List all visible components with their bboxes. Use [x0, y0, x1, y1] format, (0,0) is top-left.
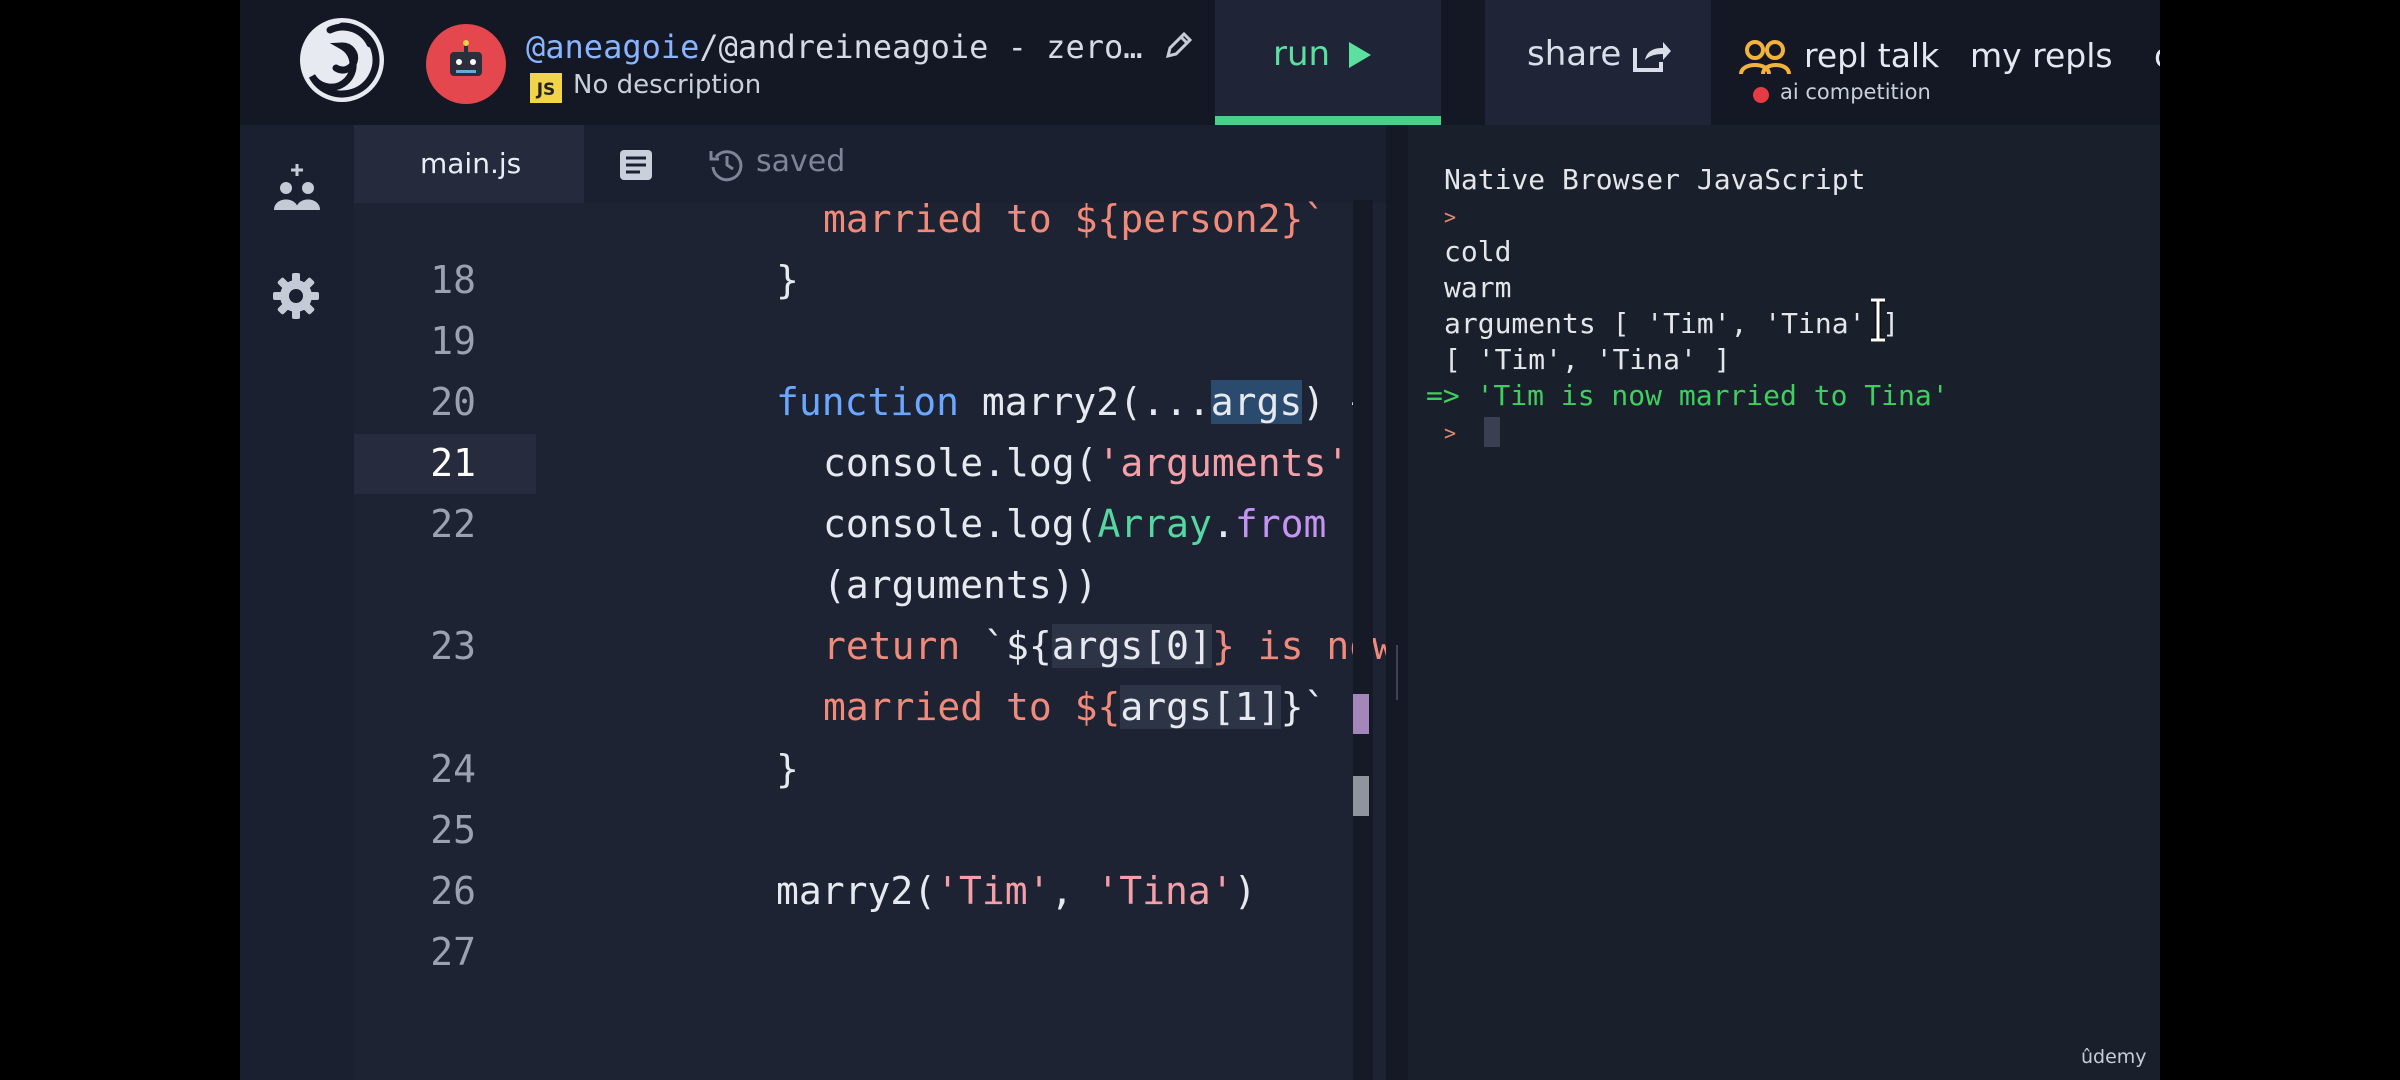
code-line: function marry2(...args) {	[776, 380, 1371, 424]
line-number: 21	[430, 441, 476, 485]
code-string: 'arguments'	[1097, 441, 1350, 485]
editor-scrollbar[interactable]	[1353, 200, 1373, 1080]
code-token: console.log(	[823, 502, 1098, 546]
share-icon	[1633, 42, 1671, 72]
code-line: return `${args[0]} is now	[823, 624, 1395, 668]
tab-main-js[interactable]: main.js	[354, 125, 584, 203]
tab-label: main.js	[420, 147, 522, 180]
ai-competition-link[interactable]: ai competition	[1780, 80, 1931, 104]
code-line: married to ${person2}`	[823, 197, 1327, 241]
code-string: 'Tina'	[1096, 869, 1234, 913]
console-output-line: warm	[1444, 271, 1512, 304]
play-icon	[1349, 42, 1371, 68]
line-number: 19	[430, 319, 476, 363]
save-status: saved	[756, 144, 846, 179]
code-token: }`	[1280, 685, 1327, 729]
code-keyword: function	[776, 380, 960, 424]
console-prompt: >	[1444, 421, 1457, 445]
console-input[interactable]	[1484, 417, 1500, 447]
robot-avatar-icon[interactable]	[426, 24, 506, 104]
share-button[interactable]: share	[1485, 0, 1711, 125]
code-string: 'Tim'	[936, 869, 1051, 913]
people-icon	[1739, 40, 1791, 75]
code-token: )	[1233, 869, 1257, 913]
gear-icon[interactable]	[271, 271, 321, 321]
line-number: 23	[430, 624, 476, 668]
line-number: 26	[430, 869, 476, 913]
console-output-line: [ 'Tim', 'Tina' ]	[1444, 343, 1731, 376]
text-cursor-icon	[1871, 298, 1885, 342]
code-token: marry2(...	[959, 380, 1211, 424]
code-line: }	[776, 258, 799, 302]
line-number: 22	[430, 502, 476, 546]
code-line: marry2('Tim', 'Tina')	[776, 869, 1256, 913]
console-prompt: >	[1444, 205, 1457, 229]
code-token: ,	[1050, 869, 1097, 913]
code-token: args[1]	[1120, 685, 1281, 729]
add-user-icon[interactable]	[272, 162, 322, 214]
line-number: 18	[430, 258, 476, 302]
notification-dot	[1753, 87, 1769, 103]
code-template: married to ${	[823, 685, 1121, 729]
project-description[interactable]: No description	[573, 70, 761, 100]
code-class: Array	[1097, 502, 1212, 546]
top-header: @aneagoie/@andreineagoie - zero… JS No d…	[240, 0, 2160, 125]
code-property: from	[1234, 502, 1327, 546]
line-number: 20	[430, 380, 476, 424]
code-line: console.log(Array.from	[823, 502, 1326, 546]
code-token: .	[1211, 502, 1235, 546]
left-sidebar	[240, 125, 354, 1080]
replit-logo-icon[interactable]	[296, 14, 388, 106]
code-token: `${	[960, 624, 1052, 668]
history-icon	[709, 150, 743, 182]
line-number: 25	[430, 808, 476, 852]
code-line: }	[776, 747, 799, 791]
replit-window: @aneagoie/@andreineagoie - zero… JS No d…	[240, 0, 2160, 1080]
language-badge: JS	[530, 73, 562, 103]
code-token: marry2(	[776, 869, 937, 913]
code-token-highlighted: args	[1210, 380, 1303, 424]
udemy-watermark: ûdemy	[2081, 1046, 2147, 1068]
my-repls-link[interactable]: my repls	[1970, 36, 2113, 75]
console-title: Native Browser JavaScript	[1444, 163, 1866, 196]
project-owner-link[interactable]: @aneagoie	[526, 28, 699, 66]
repl-talk-link[interactable]: repl talk	[1804, 36, 1939, 75]
files-icon[interactable]	[618, 148, 654, 182]
console-output-line: cold	[1444, 235, 1512, 268]
divider-grip[interactable]	[1396, 645, 1398, 700]
pane-divider[interactable]	[1386, 125, 1408, 1080]
share-label: share	[1527, 34, 1622, 74]
run-label: run	[1273, 34, 1331, 74]
cutoff-nav-link[interactable]: c	[2154, 36, 2160, 75]
console-result: => 'Tim is now married to Tina'	[1426, 379, 1949, 412]
code-token: args[0]	[1051, 624, 1212, 668]
line-number: 24	[430, 747, 476, 791]
scrollbar-thumb[interactable]	[1353, 776, 1369, 816]
project-title[interactable]: @aneagoie/@andreineagoie - zero…	[526, 28, 1143, 66]
pencil-icon[interactable]	[1162, 28, 1196, 62]
run-button[interactable]: run	[1215, 0, 1441, 125]
run-tab-indicator	[1215, 116, 1441, 125]
scrollbar-marker	[1353, 694, 1369, 734]
editor-tab-bar: main.js	[354, 125, 1410, 203]
console-output-line: arguments [ 'Tim', 'Tina' ]	[1444, 307, 1900, 340]
code-line: married to ${args[1]}`	[823, 685, 1326, 729]
console-pane[interactable]: Native Browser JavaScript > cold warm ar…	[1408, 125, 2160, 1080]
project-name: /@andreineagoie - zero…	[699, 28, 1143, 66]
code-line: (arguments))	[823, 563, 1098, 607]
code-keyword: return	[823, 624, 961, 668]
code-token: console.log(	[823, 441, 1098, 485]
line-number: 27	[430, 930, 476, 974]
